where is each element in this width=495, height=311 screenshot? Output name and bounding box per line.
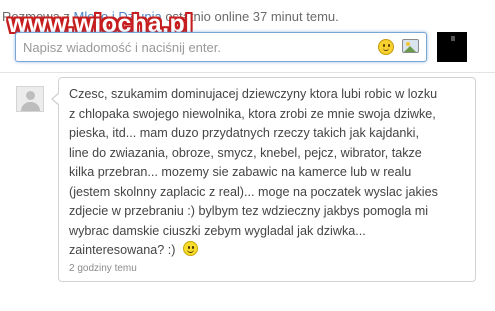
- divider: [0, 72, 495, 73]
- message-line: wybrac damskie ciuszki zebym wygladal ja…: [69, 223, 366, 238]
- message-bubble: Czesc, szukamim dominujacej dziewczyny k…: [51, 77, 476, 282]
- message-line: zdjecie w przebraniu :) bylbym tez wdzie…: [69, 204, 429, 218]
- message-line: zainteresowana? :): [69, 243, 176, 257]
- message-line: kilka przebran... mozemy sie zabawic na …: [69, 165, 412, 179]
- message-line: z chlopaka swojego niewolnika, ktora zro…: [69, 106, 436, 121]
- message-line: (jestem skolnny zaplacic z real)... moge…: [69, 184, 438, 199]
- message-last-line: zainteresowana? :): [69, 241, 465, 261]
- smiley-icon[interactable]: [378, 39, 394, 55]
- message-input[interactable]: [23, 37, 373, 57]
- message-text: Czesc, szukamim dominujacej dziewczyny k…: [69, 85, 465, 261]
- message-line: pieska, itd... mam duzo przydatnych rzec…: [69, 126, 419, 140]
- smiley-emoji-icon: [182, 241, 198, 256]
- message-line: line do zwiazania, obroze, smycz, knebel…: [69, 145, 422, 160]
- user-avatar-icon[interactable]: [16, 86, 44, 112]
- message-composer[interactable]: [15, 32, 427, 62]
- own-avatar: [437, 32, 467, 62]
- message-line: Czesc, szukamim dominujacej dziewczyny k…: [69, 87, 438, 101]
- photo-icon[interactable]: [402, 39, 419, 53]
- message-timestamp: 2 godziny temu: [69, 263, 137, 274]
